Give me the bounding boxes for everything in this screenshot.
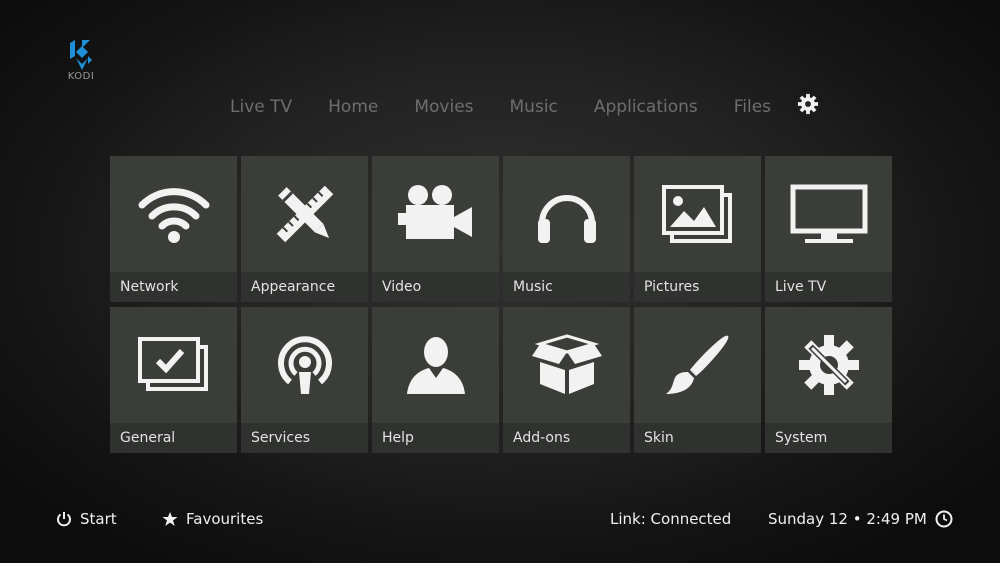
gear-icon[interactable] [797, 93, 819, 115]
person-icon [406, 337, 465, 394]
tile-music[interactable]: Music [503, 156, 630, 302]
tile-label: Help [382, 430, 414, 446]
tv-icon [790, 184, 867, 243]
tile-label: Services [251, 430, 311, 446]
tile-network[interactable]: Network [110, 156, 237, 302]
headphones-icon [537, 195, 596, 243]
tile-video[interactable]: Video [372, 156, 499, 302]
start-label: Start [80, 510, 117, 528]
tile-general[interactable]: General [110, 307, 237, 453]
link-status: Link: Connected [610, 510, 731, 528]
nav-item-movies[interactable]: Movies [414, 97, 473, 117]
tile-label: Add-ons [513, 430, 571, 446]
top-navigation: Live TV Home Movies Music Applications F… [216, 92, 819, 122]
tile-system[interactable]: System [765, 307, 892, 453]
podcast-icon [277, 336, 332, 394]
link-status-text: Link: Connected [610, 510, 732, 528]
tile-label: Appearance [251, 279, 336, 295]
clock-icon [935, 510, 953, 528]
tile-live-tv[interactable]: Live TV [765, 156, 892, 302]
tile-label: Music [513, 279, 553, 295]
favourites-label: Favourites [186, 510, 264, 528]
nav-item-home[interactable]: Home [328, 97, 378, 117]
pictures-icon [661, 185, 732, 243]
star-icon [162, 512, 178, 526]
tile-label: System [775, 430, 828, 446]
datetime-text: Sunday 12 • 2:49 PM [768, 510, 927, 528]
gear-wrench-icon [798, 335, 859, 395]
favourites-button[interactable]: Favourites [162, 510, 263, 528]
nav-item-music[interactable]: Music [510, 97, 558, 117]
pencil-ruler-icon [276, 185, 333, 243]
tile-label: Pictures [644, 279, 700, 295]
power-icon [57, 512, 71, 527]
start-button[interactable]: Start [56, 510, 117, 528]
kodi-logo-text: KODI [67, 71, 95, 82]
paintbrush-icon [665, 335, 728, 394]
bottom-bar: Start Favourites Link: Connected Sunday … [0, 506, 1000, 536]
nav-item-applications[interactable]: Applications [594, 97, 698, 117]
clock: Sunday 12 • 2:49 PM [768, 510, 961, 528]
general-check-icon [137, 337, 208, 391]
video-camera-icon [397, 185, 472, 239]
kodi-logo-icon [70, 40, 92, 70]
nav-item-live-tv[interactable]: Live TV [230, 97, 292, 117]
settings-tile-grid: Network Appearance Video Music Pictures … [110, 156, 894, 454]
nav-item-files[interactable]: Files [734, 97, 771, 117]
tile-pictures[interactable]: Pictures [634, 156, 761, 302]
tile-appearance[interactable]: Appearance [241, 156, 368, 302]
tile-add-ons[interactable]: Add-ons [503, 307, 630, 453]
tile-label: Network [120, 279, 179, 295]
tile-services[interactable]: Services [241, 307, 368, 453]
wifi-icon [138, 188, 209, 243]
kodi-settings-screen: KODI Live TV Home Movies Music Applicati… [0, 0, 1000, 563]
tile-label: General [120, 430, 176, 446]
tile-label: Skin [644, 430, 674, 446]
tile-help[interactable]: Help [372, 307, 499, 453]
tile-label: Live TV [775, 279, 827, 295]
tile-label: Video [382, 279, 422, 295]
open-box-icon [531, 334, 602, 394]
tile-skin[interactable]: Skin [634, 307, 761, 453]
kodi-logo[interactable]: KODI [64, 40, 98, 86]
